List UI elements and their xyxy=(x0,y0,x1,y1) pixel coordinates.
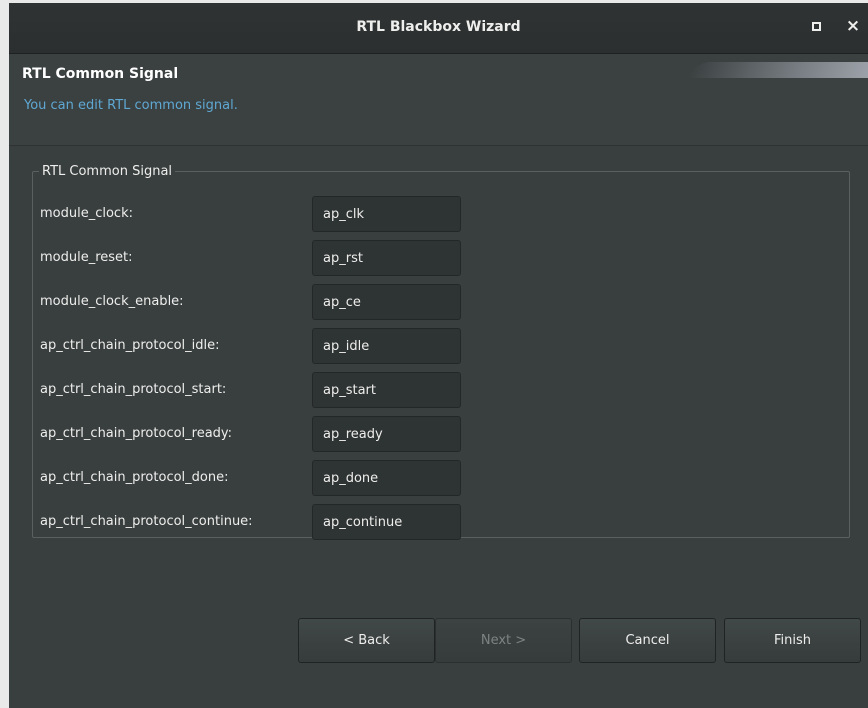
page-title: RTL Common Signal xyxy=(22,66,179,82)
next-button[interactable]: Next > xyxy=(435,618,572,663)
protocol-done-label: ap_ctrl_chain_protocol_done: xyxy=(40,470,229,485)
window-title: RTL Blackbox Wizard xyxy=(356,19,521,35)
module-reset-input[interactable] xyxy=(312,240,461,276)
header-banner-graphic xyxy=(688,62,868,78)
title-bar[interactable]: RTL Blackbox Wizard × xyxy=(9,3,868,54)
wizard-header: RTL Common Signal You can edit RTL commo… xyxy=(9,54,868,146)
protocol-idle-input[interactable] xyxy=(312,328,461,364)
cancel-button[interactable]: Cancel xyxy=(579,618,716,663)
module-reset-label: module_reset: xyxy=(40,250,133,265)
finish-button[interactable]: Finish xyxy=(724,618,861,663)
module-clock-enable-label: module_clock_enable: xyxy=(40,294,184,309)
wizard-window: RTL Blackbox Wizard × RTL Common Signal … xyxy=(9,3,868,708)
protocol-start-label: ap_ctrl_chain_protocol_start: xyxy=(40,382,227,397)
maximize-icon xyxy=(812,22,821,31)
protocol-ready-label: ap_ctrl_chain_protocol_ready: xyxy=(40,426,233,441)
maximize-button[interactable] xyxy=(806,16,828,38)
protocol-continue-input[interactable] xyxy=(312,504,461,540)
protocol-ready-input[interactable] xyxy=(312,416,461,452)
module-clock-enable-input[interactable] xyxy=(312,284,461,320)
module-clock-input[interactable] xyxy=(312,196,461,232)
page-description: You can edit RTL common signal. xyxy=(24,98,238,113)
protocol-idle-label: ap_ctrl_chain_protocol_idle: xyxy=(40,338,220,353)
group-title: RTL Common Signal xyxy=(42,164,173,179)
protocol-continue-label: ap_ctrl_chain_protocol_continue: xyxy=(40,514,253,529)
protocol-done-input[interactable] xyxy=(312,460,461,496)
module-clock-label: module_clock: xyxy=(40,206,133,221)
protocol-start-input[interactable] xyxy=(312,372,461,408)
close-button[interactable]: × xyxy=(842,14,864,38)
back-button[interactable]: < Back xyxy=(298,618,435,663)
